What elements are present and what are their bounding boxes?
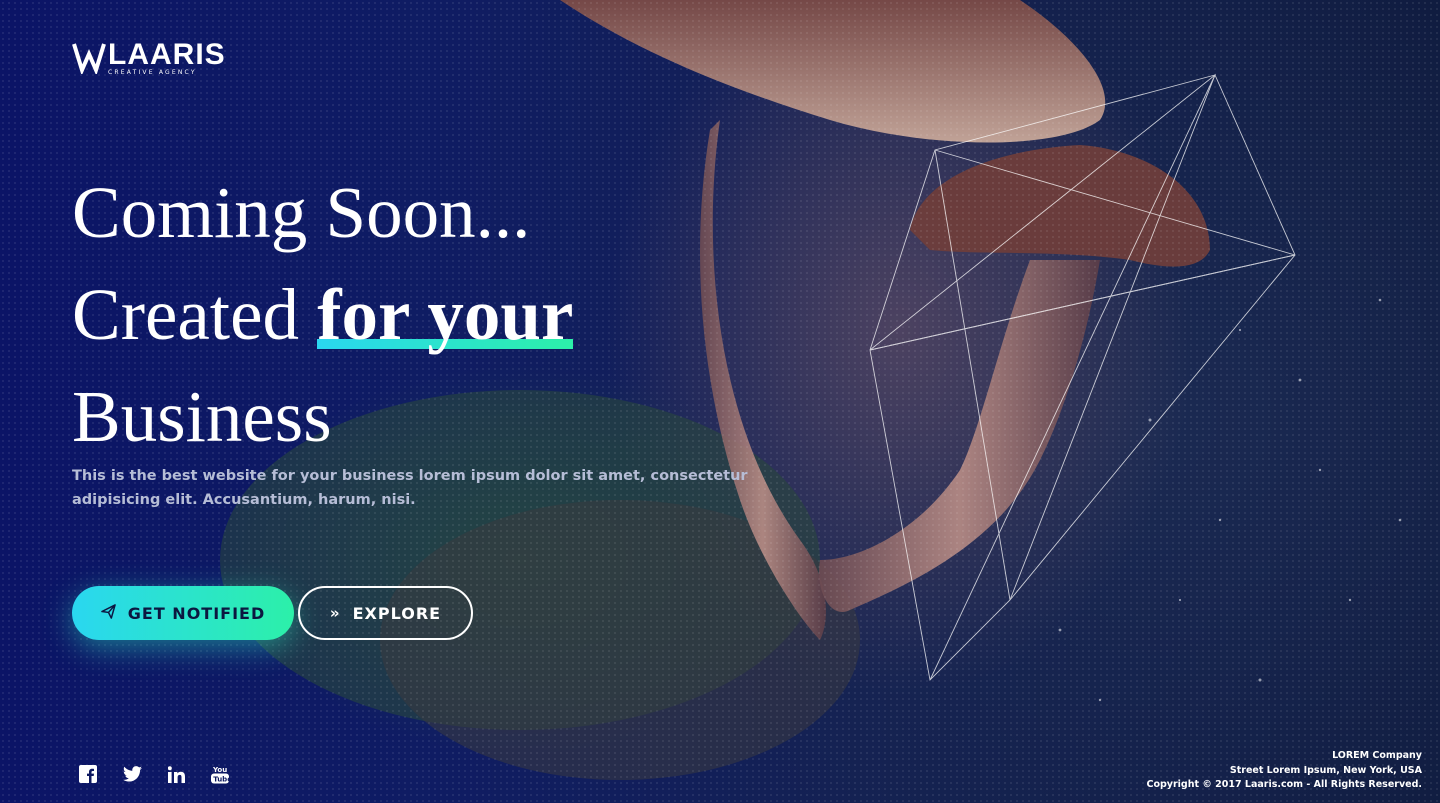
svg-text:Tube: Tube	[213, 776, 229, 784]
explore-button[interactable]: » EXPLORE	[298, 586, 473, 640]
twitter-icon[interactable]	[122, 764, 142, 784]
footer-company: LOREM Company	[1332, 750, 1422, 761]
footer-address: Street Lorem Ipsum, New York, USA	[1229, 764, 1422, 776]
facebook-icon[interactable]	[78, 764, 98, 784]
logo-icon	[72, 43, 106, 74]
get-notified-label: GET NOTIFIED	[127, 603, 266, 623]
brand-name: LAARIS	[108, 38, 226, 71]
footer-copyright: Copyright © 2017 Laaris.com - All Rights…	[1146, 779, 1423, 790]
headline-highlight: for your	[317, 270, 574, 360]
brand-logo[interactable]: LAARIS CREATIVE AGENCY	[72, 40, 226, 76]
linkedin-icon[interactable]	[166, 764, 186, 784]
headline-line-2-prefix: Created	[72, 274, 318, 355]
social-links: You Tube	[78, 764, 230, 784]
paper-plane-icon	[100, 603, 116, 623]
headline-line-3: Business	[72, 376, 332, 457]
footer-info: LOREM Company Street Lorem Ipsum, New Yo…	[1147, 749, 1423, 793]
hero-description: This is the best website for your busine…	[72, 468, 748, 508]
svg-text:You: You	[212, 766, 227, 774]
youtube-icon[interactable]: You Tube	[210, 764, 230, 784]
headline-line-1: Coming Soon...	[72, 172, 531, 253]
get-notified-button[interactable]: GET NOTIFIED	[72, 586, 294, 640]
hero-headline: Coming Soon... Created for your Business	[72, 162, 574, 468]
explore-label: EXPLORE	[352, 603, 442, 623]
double-chevron-right-icon: »	[329, 604, 341, 622]
